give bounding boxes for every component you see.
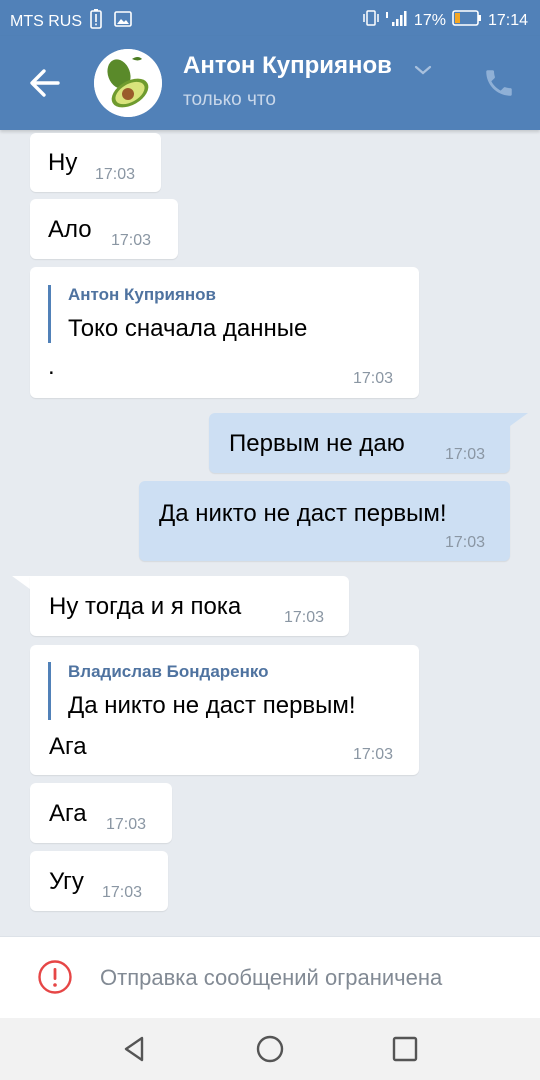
message-text: Первым не даю [229,430,405,457]
battery-alert-icon [90,9,102,34]
message-text: Ну [48,149,78,176]
message-bubble[interactable]: Ну тогда и я пока 17:03 [30,576,349,636]
system-nav-bar [0,1018,540,1080]
signal-icon [384,9,410,32]
message-bubble[interactable]: Ну 17:03 [30,133,161,192]
message-time: 17:03 [111,232,152,249]
message-bubble-reply[interactable]: Антон Куприянов Токо сначала данные . 17… [30,267,419,398]
image-notification-icon [114,11,132,32]
nav-back-button[interactable] [120,1034,150,1064]
quoted-message[interactable]: Антон Куприянов Токо сначала данные [48,285,307,343]
battery-icon [452,10,482,31]
quoted-message[interactable]: Владислав Бондаренко Да никто не даст пе… [48,662,356,720]
message-time: 17:03 [353,746,394,763]
message-text: Угу [49,868,84,895]
back-button[interactable] [28,66,68,102]
quote-text: Да никто не даст первым! [68,692,356,719]
message-text: . [48,353,55,380]
message-list[interactable]: Ну 17:03 Ало 17:03 Антон Куприянов Токо … [0,130,540,936]
restriction-message: Отправка сообщений ограничена [100,965,443,990]
quote-text: Токо сначала данные [68,315,308,342]
message-text: Да никто не даст первым! [159,500,447,527]
phone-icon [486,70,512,96]
contact-name[interactable]: Антон Куприянов [183,52,392,80]
messaging-restricted-bar: Отправка сообщений ограничена [0,936,540,1019]
message-text: Ало [48,216,92,243]
chat-header: Антон Куприянов только что [0,36,540,130]
message-bubble-reply[interactable]: Владислав Бондаренко Да никто не даст пе… [30,645,419,775]
message-time: 17:03 [284,609,325,626]
chevron-down-icon[interactable] [414,63,432,75]
square-recents-icon [392,1036,418,1062]
message-bubble-outgoing[interactable]: Да никто не даст первым! 17:03 [139,481,510,561]
quote-author: Владислав Бондаренко [68,662,269,681]
message-bubble[interactable]: Ага 17:03 [30,783,172,843]
message-time: 17:03 [106,816,147,833]
message-text: Ага [49,733,87,760]
bubble-tail [506,413,528,429]
status-bar: MTS RUS 17% 17:14 [0,0,540,36]
message-time: 17:03 [353,370,394,387]
nav-recents-button[interactable] [390,1034,420,1064]
avocado-icon [94,49,162,117]
back-arrow-icon [30,69,60,97]
message-bubble[interactable]: Ало 17:03 [30,199,178,259]
message-time: 17:03 [445,534,486,551]
message-time: 17:03 [95,166,136,183]
message-time: 17:03 [445,446,486,463]
carrier-label: MTS RUS [10,12,82,30]
message-text: Ну тогда и я пока [49,593,242,620]
circle-home-icon [256,1035,284,1063]
vibrate-icon [362,9,380,32]
message-bubble[interactable]: Угу 17:03 [30,851,168,911]
last-seen-status: только что [183,89,276,110]
message-time: 17:03 [102,884,143,901]
triangle-back-icon [124,1036,144,1062]
alert-circle-icon [37,959,73,995]
clock: 17:14 [487,11,528,29]
avatar[interactable] [94,49,162,117]
message-bubble-outgoing[interactable]: Первым не даю 17:03 [209,413,510,473]
call-button[interactable] [482,66,518,102]
quote-author: Антон Куприянов [68,285,216,304]
message-text: Ага [49,800,87,827]
nav-home-button[interactable] [255,1034,285,1064]
battery-percent: 17% [413,11,446,29]
